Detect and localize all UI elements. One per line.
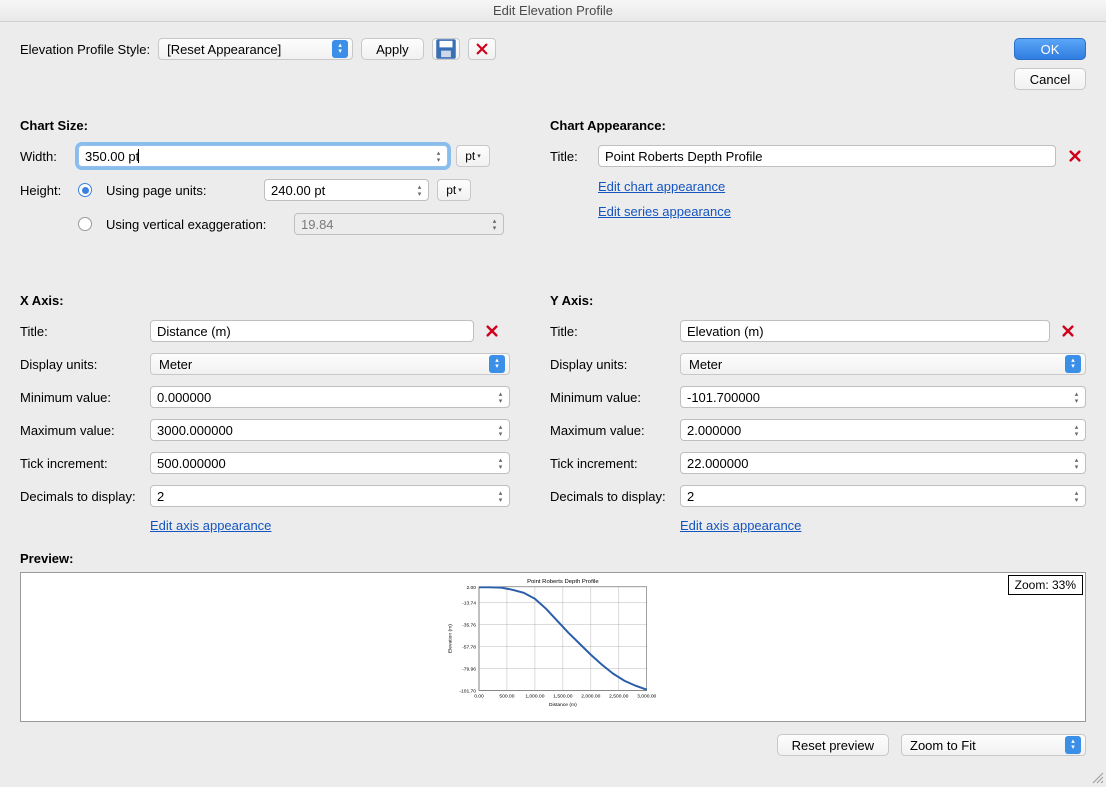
y-dec-label: Decimals to display: [550,489,680,504]
x-axis-appearance-link[interactable]: Edit axis appearance [150,518,510,533]
y-dec-input[interactable]: 2▴▾ [680,485,1086,507]
x-units-select[interactable]: Meter▴▾ [150,353,510,375]
svg-text:500.00: 500.00 [499,693,514,699]
y-units-label: Display units: [550,357,680,372]
window-title: Edit Elevation Profile [0,0,1106,22]
y-max-input[interactable]: 2.000000▴▾ [680,419,1086,441]
svg-text:1,000.00: 1,000.00 [525,693,544,699]
x-dec-label: Decimals to display: [20,489,150,504]
chart-title-label: Title: [550,149,590,164]
svg-text:2,500.00: 2,500.00 [609,693,628,699]
x-title-label: Title: [20,324,150,339]
x-title-input[interactable]: Distance (m) [150,320,474,342]
svg-text:-57.78: -57.78 [462,645,476,651]
svg-text:2.00: 2.00 [466,585,476,591]
svg-text:Elevation (m): Elevation (m) [447,624,453,653]
chart-appearance-heading: Chart Appearance: [550,118,1086,133]
y-max-label: Maximum value: [550,423,680,438]
y-min-label: Minimum value: [550,390,680,405]
preview-heading: Preview: [20,551,1086,566]
height-unit-button[interactable]: pt▾ [437,179,471,201]
chart-size-heading: Chart Size: [20,118,510,133]
height-label: Height: [20,183,70,198]
svg-text:-101.70: -101.70 [459,688,476,694]
chart-title-input[interactable]: Point Roberts Depth Profile [598,145,1056,167]
width-label: Width: [20,149,70,164]
width-unit-button[interactable]: pt▾ [456,145,490,167]
y-tick-label: Tick increment: [550,456,680,471]
radio-page-units[interactable] [78,183,92,197]
preview-chart: Point Roberts Depth Profile0.00500.001,0… [21,573,1085,721]
y-units-select[interactable]: Meter▴▾ [680,353,1086,375]
y-axis-heading: Y Axis: [550,293,1086,308]
svg-text:-79.96: -79.96 [462,667,476,673]
x-min-input[interactable]: 0.000000▴▾ [150,386,510,408]
style-select[interactable]: [Reset Appearance] ▴▾ [158,38,353,60]
y-axis-appearance-link[interactable]: Edit axis appearance [680,518,1086,533]
y-min-input[interactable]: -101.700000▴▾ [680,386,1086,408]
svg-text:Distance (m): Distance (m) [549,702,577,708]
x-min-label: Minimum value: [20,390,150,405]
y-title-input[interactable]: Elevation (m) [680,320,1050,342]
x-tick-input[interactable]: 500.000000▴▾ [150,452,510,474]
preview-panel: Zoom: 33% Point Roberts Depth Profile0.0… [20,572,1086,722]
x-max-input[interactable]: 3000.000000▴▾ [150,419,510,441]
radio-page-units-label: Using page units: [106,183,256,198]
cancel-button[interactable]: Cancel [1014,68,1086,90]
edit-series-appearance-link[interactable]: Edit series appearance [598,204,731,219]
save-icon-button[interactable] [432,38,460,60]
width-input[interactable]: 350.00 pt ▴▾ [78,145,448,167]
clear-chart-title-button[interactable] [1064,149,1086,163]
x-max-label: Maximum value: [20,423,150,438]
style-label: Elevation Profile Style: [20,42,150,57]
height-input[interactable]: 240.00 pt ▴▾ [264,179,429,201]
clear-x-title-button[interactable] [474,324,510,338]
delete-style-button[interactable] [468,38,496,60]
resize-grip-icon[interactable] [1090,770,1104,784]
x-units-label: Display units: [20,357,150,372]
apply-button[interactable]: Apply [361,38,424,60]
y-tick-input[interactable]: 22.000000▴▾ [680,452,1086,474]
svg-text:2,000.00: 2,000.00 [581,693,600,699]
svg-text:Point Roberts Depth Profile: Point Roberts Depth Profile [527,579,599,585]
reset-preview-button[interactable]: Reset preview [777,734,889,756]
clear-y-title-button[interactable] [1050,324,1086,338]
zoom-select[interactable]: Zoom to Fit▴▾ [901,734,1086,756]
zoom-badge: Zoom: 33% [1008,575,1083,595]
ok-button[interactable]: OK [1014,38,1086,60]
svg-text:-35.76: -35.76 [462,623,476,629]
radio-vert-exag-label: Using vertical exaggeration: [106,217,286,232]
x-dec-input[interactable]: 2▴▾ [150,485,510,507]
vert-exag-input: 19.84 ▴▾ [294,213,504,235]
edit-chart-appearance-link[interactable]: Edit chart appearance [598,179,725,194]
x-tick-label: Tick increment: [20,456,150,471]
radio-vert-exag[interactable] [78,217,92,231]
svg-text:3,000.00: 3,000.00 [637,693,656,699]
x-axis-heading: X Axis: [20,293,510,308]
y-title-label: Title: [550,324,680,339]
svg-text:1,500.00: 1,500.00 [553,693,572,699]
svg-text:-13.74: -13.74 [462,601,476,607]
